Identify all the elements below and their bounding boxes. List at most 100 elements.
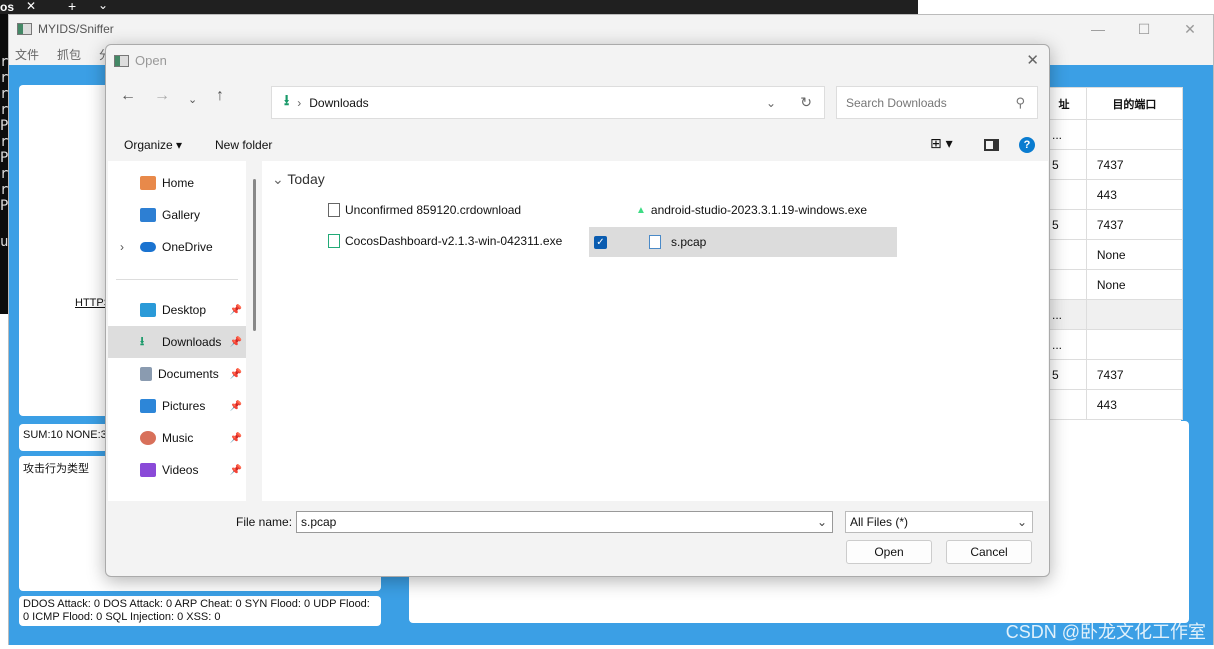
recent-locations-chevron-icon[interactable]: ⌄ bbox=[188, 93, 197, 106]
file-name: s.pcap bbox=[671, 235, 707, 249]
tab-dropdown-button[interactable]: ⌄ bbox=[98, 0, 108, 12]
file-item-selected[interactable]: ✓ s.pcap bbox=[589, 227, 897, 257]
file-name-label: File name: bbox=[236, 515, 293, 529]
table-row[interactable]: 5 7437 bbox=[1041, 359, 1184, 390]
minimize-button[interactable]: — bbox=[1075, 15, 1121, 43]
file-item[interactable]: ▲ android-studio-2023.3.1.19-windows.exe bbox=[636, 195, 867, 225]
group-header-today[interactable]: ⌄ Today bbox=[272, 171, 325, 188]
preview-pane-icon[interactable] bbox=[984, 139, 999, 151]
download-icon: ⭳ bbox=[284, 92, 290, 109]
breadcrumb-chevron-icon: › bbox=[297, 95, 302, 110]
collapse-chevron-icon: ⌄ bbox=[272, 171, 288, 187]
refresh-icon[interactable]: ↻ bbox=[800, 94, 812, 111]
sidebar-item-gallery[interactable]: Gallery bbox=[108, 199, 246, 231]
pictures-icon bbox=[140, 399, 156, 413]
maximize-button[interactable]: ☐ bbox=[1121, 15, 1167, 43]
breadcrumb-downloads[interactable]: Downloads bbox=[309, 96, 368, 110]
chevron-down-icon[interactable]: ⌄ bbox=[817, 515, 827, 529]
checkbox-checked-icon[interactable]: ✓ bbox=[594, 235, 607, 249]
table-row[interactable]: ... bbox=[1041, 299, 1184, 330]
address-bar[interactable]: ⭳ › Downloads ⌄ ↻ bbox=[271, 86, 825, 119]
new-tab-button[interactable]: + bbox=[68, 0, 76, 14]
table-cell: 7437 bbox=[1085, 359, 1184, 390]
chevron-down-icon: ⌄ bbox=[1016, 515, 1027, 529]
expand-chevron-icon[interactable]: › bbox=[120, 240, 124, 254]
pin-icon[interactable]: 📌 bbox=[230, 369, 242, 380]
table-cell: None bbox=[1085, 269, 1184, 300]
sidebar-label: Home bbox=[162, 176, 195, 190]
sidebar-item-music[interactable]: Music 📌 bbox=[108, 422, 246, 454]
sidebar-scrollbar[interactable] bbox=[253, 179, 256, 331]
file-name: android-studio-2023.3.1.19-windows.exe bbox=[650, 203, 868, 217]
sidebar-label: Pictures bbox=[162, 399, 206, 413]
pin-icon[interactable]: 📌 bbox=[230, 401, 242, 412]
table-cell: 443 bbox=[1085, 389, 1184, 420]
pin-icon[interactable]: 📌 bbox=[230, 305, 242, 316]
sidebar-label: Documents bbox=[158, 367, 219, 381]
search-placeholder: Search Downloads bbox=[846, 95, 947, 110]
pin-icon[interactable]: 📌 bbox=[230, 337, 242, 348]
new-folder-button[interactable]: New folder bbox=[215, 138, 272, 152]
pin-icon[interactable]: 📌 bbox=[230, 433, 242, 444]
sidebar-item-documents[interactable]: Documents 📌 bbox=[108, 358, 246, 390]
back-arrow-icon[interactable]: ← bbox=[120, 87, 136, 105]
sidebar-item-downloads[interactable]: ⭳ Downloads 📌 bbox=[108, 326, 246, 358]
file-list: ⌄ Today Unconfirmed 859120.crdownload ▲ a… bbox=[262, 161, 1048, 501]
organize-button[interactable]: Organize ▾ bbox=[124, 138, 182, 152]
group-label: Today bbox=[287, 171, 325, 187]
file-item[interactable]: CocosDashboard-v2.1.3-win-042311.exe bbox=[328, 226, 562, 256]
table-row[interactable]: 5 7437 bbox=[1041, 209, 1184, 240]
menu-capture[interactable]: 抓包 bbox=[57, 46, 81, 63]
tab-label[interactable]: os bbox=[0, 0, 14, 14]
taskbar: os ✕ + ⌄ bbox=[0, 0, 918, 14]
music-icon bbox=[140, 431, 156, 445]
table-cell bbox=[1085, 299, 1184, 330]
view-options-icon[interactable]: ⊞ ▾ bbox=[930, 135, 953, 152]
up-arrow-icon[interactable]: ↑ bbox=[216, 87, 224, 105]
watermark: CSDN @卧龙文化工作室 bbox=[1005, 622, 1206, 642]
table-row[interactable]: ... bbox=[1041, 119, 1184, 150]
table-row[interactable]: None bbox=[1041, 269, 1184, 300]
column-header-dst-port[interactable]: 目的端口 bbox=[1085, 87, 1184, 120]
table-cell: 443 bbox=[1085, 179, 1184, 210]
help-icon[interactable]: ? bbox=[1019, 137, 1035, 153]
sidebar-label: Music bbox=[162, 431, 194, 445]
sidebar-label: Videos bbox=[162, 463, 199, 477]
dialog-close-button[interactable]: ✕ bbox=[1026, 51, 1039, 69]
cancel-button[interactable]: Cancel bbox=[946, 540, 1032, 564]
sidebar-item-desktop[interactable]: Desktop 📌 bbox=[108, 294, 246, 326]
search-input[interactable]: Search Downloads ⚲ bbox=[836, 86, 1038, 119]
pcap-file-icon bbox=[649, 235, 661, 249]
menu-file[interactable]: 文件 bbox=[15, 46, 39, 63]
sidebar-item-videos[interactable]: Videos 📌 bbox=[108, 454, 246, 486]
dialog-icon bbox=[114, 54, 129, 67]
file-name-input[interactable]: s.pcap ⌄ bbox=[296, 511, 833, 533]
packet-table: 址目的端口 ... 5 7437 443 5 7437 None None...... 5 743… bbox=[1041, 87, 1184, 420]
sidebar-item-pictures[interactable]: Pictures 📌 bbox=[108, 390, 246, 422]
file-name-value: s.pcap bbox=[301, 515, 337, 529]
gallery-icon bbox=[140, 208, 156, 222]
window-controls: — ☐ ✕ bbox=[1075, 15, 1213, 43]
sidebar-label: Downloads bbox=[162, 335, 222, 349]
address-dropdown-icon[interactable]: ⌄ bbox=[766, 96, 776, 110]
table-row[interactable]: ... bbox=[1041, 329, 1184, 360]
close-button[interactable]: ✕ bbox=[1167, 15, 1213, 43]
sidebar-item-onedrive[interactable]: › OneDrive bbox=[108, 231, 246, 263]
file-type-select[interactable]: All Files (*) ⌄ bbox=[845, 511, 1033, 533]
table-row[interactable]: 5 7437 bbox=[1041, 149, 1184, 180]
navigation-pane: Home Gallery › OneDrive Desktop 📌 ⭳ Downloa… bbox=[108, 161, 246, 501]
table-row[interactable]: None bbox=[1041, 239, 1184, 270]
forward-arrow-icon[interactable]: → bbox=[154, 87, 170, 105]
table-row[interactable]: 443 bbox=[1041, 179, 1184, 210]
cloud-icon bbox=[140, 242, 156, 252]
sidebar-item-home[interactable]: Home bbox=[108, 167, 246, 199]
pin-icon[interactable]: 📌 bbox=[230, 465, 242, 476]
open-button[interactable]: Open bbox=[846, 540, 932, 564]
table-cell: 7437 bbox=[1085, 209, 1184, 240]
tab-close-button[interactable]: ✕ bbox=[26, 0, 36, 13]
file-name: CocosDashboard-v2.1.3-win-042311.exe bbox=[345, 234, 563, 248]
sidebar-label: OneDrive bbox=[162, 240, 213, 254]
file-item[interactable]: Unconfirmed 859120.crdownload bbox=[328, 195, 521, 225]
app-icon bbox=[17, 23, 32, 35]
table-row[interactable]: 443 bbox=[1041, 389, 1184, 420]
